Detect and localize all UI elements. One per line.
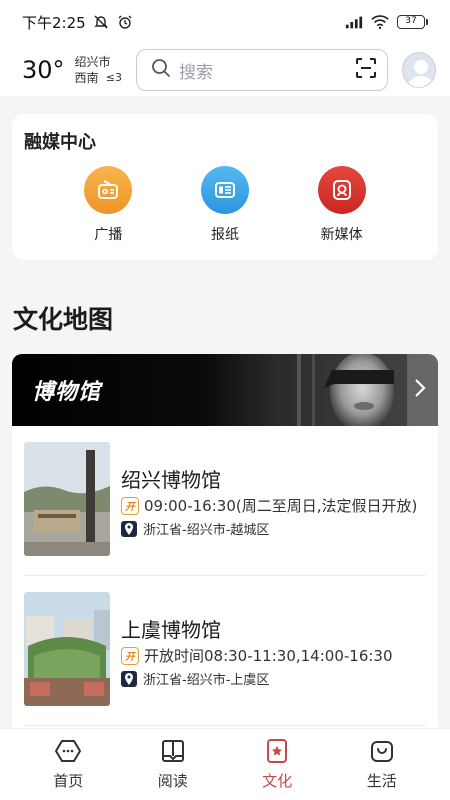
new-media-icon — [317, 166, 366, 214]
museum-list: 绍兴博物馆 开 09:00-16:30(周二至周日,法定假日开放) 浙江省-绍兴… — [12, 426, 438, 726]
scan-icon[interactable] — [355, 57, 377, 83]
media-item-radio[interactable]: 广播 — [70, 166, 146, 244]
media-center-title: 融媒中心 — [24, 132, 96, 153]
tab-reading[interactable]: 阅读 — [138, 738, 208, 791]
museum-hours: 开 开放时间08:30-11:30,14:00-16:30 — [121, 645, 393, 666]
battery-level: 37 — [397, 15, 425, 29]
banner-title: 博物馆 — [32, 380, 102, 405]
location-pin-icon — [121, 520, 137, 537]
chevron-right-icon[interactable] — [414, 378, 426, 403]
museum-hours: 开 09:00-16:30(周二至周日,法定假日开放) — [121, 495, 417, 516]
media-item-newspaper[interactable]: 报纸 — [187, 166, 263, 244]
list-item[interactable]: 绍兴博物馆 开 09:00-16:30(周二至周日,法定假日开放) 浙江省-绍兴… — [24, 426, 426, 576]
tab-label: 首页 — [53, 772, 84, 790]
weather-city: 绍兴市 — [74, 55, 111, 69]
museum-hours-text: 09:00-16:30(周二至周日,法定假日开放) — [144, 497, 418, 515]
museum-thumbnail — [24, 442, 110, 556]
avatar[interactable] — [401, 52, 436, 88]
tab-culture[interactable]: 文化 — [242, 738, 312, 791]
museum-location-text: 浙江省-绍兴市-越城区 — [143, 523, 270, 538]
tab-life[interactable]: 生活 — [347, 738, 417, 791]
tab-home[interactable]: 首页 — [33, 738, 103, 791]
wind-direction: 西南 — [74, 71, 99, 85]
search-icon — [151, 58, 171, 82]
museum-location: 浙江省-绍兴市-上虞区 — [121, 669, 269, 688]
bottom-tab-bar: 首页 阅读 文化 生活 — [0, 728, 450, 800]
radio-icon — [84, 166, 133, 214]
home-icon — [55, 740, 82, 762]
alarm-clock-icon — [116, 13, 134, 31]
media-item-label: 新媒体 — [320, 227, 363, 243]
museum-banner[interactable]: 博物馆 — [12, 354, 438, 426]
museum-name: 上虞博物馆 — [121, 618, 221, 642]
wind-level: ≤3 — [105, 71, 122, 84]
mute-bell-icon — [92, 13, 110, 31]
museum-name: 绍兴博物馆 — [121, 468, 221, 492]
museum-card: 博物馆 绍兴博物馆 开 09:00-16:30(周二至周日,法定假日开放) 浙江… — [12, 354, 438, 734]
tab-label: 生活 — [366, 772, 397, 790]
battery-icon: 37 — [397, 15, 428, 29]
status-bar: 下午2:25 37 — [0, 0, 450, 44]
media-item-new-media[interactable]: 新媒体 — [304, 166, 380, 244]
tab-label: 文化 — [262, 772, 293, 790]
weather-info: 绍兴市 西南 ≤3 — [75, 54, 122, 86]
media-item-label: 报纸 — [210, 227, 239, 243]
culture-map-title: 文化地图 — [13, 305, 114, 334]
search-input[interactable]: 搜索 — [135, 49, 388, 91]
wifi-icon — [371, 13, 389, 31]
list-item[interactable]: 上虞博物馆 开 开放时间08:30-11:30,14:00-16:30 浙江省-… — [24, 576, 426, 726]
signal-icon — [345, 13, 363, 31]
museum-thumbnail — [24, 592, 110, 706]
museum-hours-text: 开放时间08:30-11:30,14:00-16:30 — [144, 647, 393, 665]
media-item-label: 广播 — [94, 227, 123, 243]
opening-hours-icon: 开 — [121, 646, 139, 665]
search-placeholder: 搜索 — [178, 62, 213, 83]
newspaper-icon — [200, 166, 249, 214]
location-pin-icon — [121, 670, 137, 687]
weather-temperature: 30° — [22, 56, 65, 84]
header: 30° 绍兴市 西南 ≤3 搜索 — [0, 44, 450, 96]
book-icon — [161, 740, 184, 762]
tab-label: 阅读 — [157, 772, 188, 790]
status-time: 下午2:25 — [22, 13, 86, 32]
opening-hours-icon: 开 — [121, 496, 139, 515]
museum-location: 浙江省-绍兴市-越城区 — [121, 519, 269, 538]
culture-icon — [267, 739, 288, 763]
life-icon — [370, 741, 393, 762]
media-center-card: 融媒中心 广播 报纸 新媒体 — [12, 114, 438, 260]
museum-location-text: 浙江省-绍兴市-上虞区 — [143, 673, 270, 688]
